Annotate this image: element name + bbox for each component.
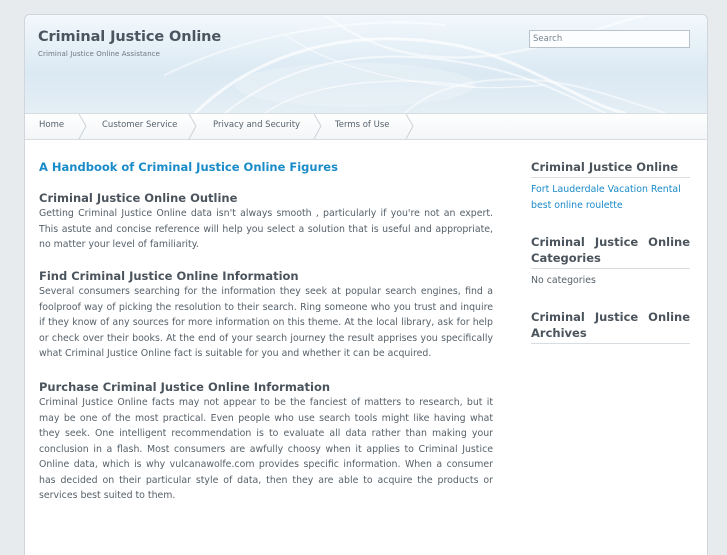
widget-title: Criminal Justice Online [531, 159, 690, 178]
nav-separator [78, 114, 87, 139]
post-section-outline: Criminal Justice Online Outline Getting … [39, 191, 493, 253]
post-title-link[interactable]: A Handbook of Criminal Justice Online Fi… [39, 160, 338, 174]
post-section-find: Find Criminal Justice Online Information… [39, 269, 493, 362]
nav-item-privacy-and-security[interactable]: Privacy and Security [213, 114, 300, 139]
section-heading: Find Criminal Justice Online Information [39, 269, 299, 283]
section-body: Several consumers searching for the info… [39, 286, 493, 359]
section-heading: Purchase Criminal Justice Online Informa… [39, 380, 331, 394]
nav-item-terms-of-use[interactable]: Terms of Use [335, 114, 390, 139]
widget-title: Criminal Justice Online Archives [531, 309, 690, 344]
sidebar-widget-archives: Criminal Justice Online Archives [531, 309, 690, 344]
section-body: Criminal Justice Online facts may not ap… [39, 397, 493, 501]
sidebar-link-online-roulette[interactable]: best online roulette [531, 198, 690, 214]
site-description: Criminal Justice Online Assistance [38, 50, 161, 58]
widget-title: Criminal Justice Online Categories [531, 234, 690, 269]
nav-separator [188, 114, 197, 139]
header: Criminal Justice Online Criminal Justice… [25, 15, 707, 113]
nav-separator [313, 114, 322, 139]
no-categories-text: No categories [531, 275, 596, 286]
search-input[interactable] [529, 30, 690, 48]
nav-item-home[interactable]: Home [39, 114, 64, 139]
main-navigation: Home Customer Service Privacy and Securi… [25, 113, 707, 140]
section-heading: Criminal Justice Online Outline [39, 191, 238, 205]
sidebar-widget-categories: Criminal Justice Online Categories No ca… [531, 234, 690, 289]
nav-item-customer-service[interactable]: Customer Service [102, 114, 177, 139]
site-title[interactable]: Criminal Justice Online [38, 29, 221, 45]
post-section-purchase: Purchase Criminal Justice Online Informa… [39, 380, 493, 504]
sidebar-widget-links: Criminal Justice Online Fort Lauderdale … [531, 159, 690, 214]
nav-separator [405, 114, 414, 139]
page-container: Criminal Justice Online Criminal Justice… [24, 14, 708, 555]
sidebar-link-fort-lauderdale[interactable]: Fort Lauderdale Vacation Rental [531, 182, 690, 198]
section-body: Getting Criminal Justice Online data isn… [39, 208, 493, 250]
